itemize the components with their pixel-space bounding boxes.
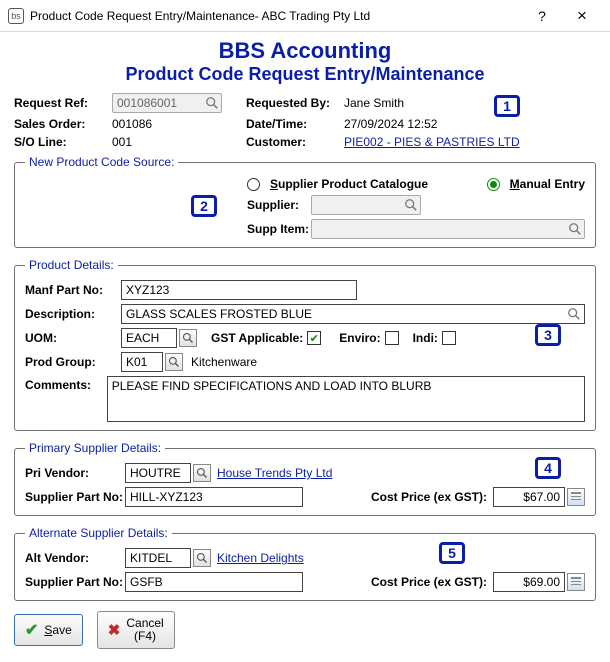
uom-label: UOM:: [25, 331, 121, 345]
so-line-value: 001: [112, 135, 222, 149]
search-icon[interactable]: [567, 307, 581, 321]
desc-input[interactable]: [121, 304, 585, 324]
alt-part-label: Supplier Part No:: [25, 575, 125, 589]
alt-vendor-lookup-button[interactable]: [193, 549, 211, 567]
primary-supplier-group: Primary Supplier Details: 4 Pri Vendor: …: [14, 441, 596, 516]
enviro-checkbox[interactable]: [385, 331, 399, 345]
alt-part-input[interactable]: [125, 572, 303, 592]
primary-legend: Primary Supplier Details:: [25, 441, 165, 455]
radio-supplier-catalogue-label: Supplier Product Catalogue: [270, 177, 428, 191]
app-heading: BBS Accounting: [14, 38, 596, 64]
title-bar: bs Product Code Request Entry/Maintenanc…: [0, 0, 610, 32]
alternate-supplier-group: Alternate Supplier Details: 5 Alt Vendor…: [14, 526, 596, 601]
pri-cost-label: Cost Price (ex GST):: [371, 490, 487, 504]
cancel-hint: (F4): [134, 630, 156, 643]
alt-vendor-input[interactable]: [125, 548, 191, 568]
alternate-legend: Alternate Supplier Details:: [25, 526, 172, 540]
radio-manual-entry[interactable]: [487, 178, 500, 191]
pri-cost-input[interactable]: [493, 487, 565, 507]
gst-label: GST Applicable:: [211, 331, 303, 345]
pri-vendor-lookup-button[interactable]: [193, 464, 211, 482]
help-button[interactable]: ?: [522, 2, 562, 30]
alt-cost-label: Cost Price (ex GST):: [371, 575, 487, 589]
request-ref-field[interactable]: 001086001: [112, 93, 222, 113]
enviro-label: Enviro:: [339, 331, 380, 345]
callout-3: 3: [535, 324, 561, 346]
close-button[interactable]: ×: [562, 2, 602, 30]
pri-part-label: Supplier Part No:: [25, 490, 125, 504]
callout-4: 4: [535, 457, 561, 479]
gst-checkbox[interactable]: ✔: [307, 331, 321, 345]
callout-2: 2: [191, 195, 217, 217]
requested-by-label: Requested By:: [246, 96, 344, 110]
search-icon[interactable]: [404, 198, 418, 212]
callout-1: 1: [494, 95, 520, 117]
screen-heading: Product Code Request Entry/Maintenance: [14, 64, 596, 85]
save-button[interactable]: ✔ Save: [14, 614, 83, 646]
product-legend: Product Details:: [25, 258, 118, 272]
sales-order-value: 001086: [112, 117, 222, 131]
radio-manual-entry-label: Manual Entry: [510, 177, 585, 191]
source-group: New Product Code Source: 2 Supplier Prod…: [14, 155, 596, 248]
alt-cost-input[interactable]: [493, 572, 565, 592]
manf-input[interactable]: [121, 280, 357, 300]
indi-label: Indi:: [413, 331, 438, 345]
pri-part-input[interactable]: [125, 487, 303, 507]
calculator-icon[interactable]: [567, 488, 585, 506]
uom-input[interactable]: [121, 328, 177, 348]
request-ref-label: Request Ref:: [14, 96, 112, 110]
pri-vendor-link[interactable]: House Trends Pty Ltd: [217, 466, 332, 480]
customer-label: Customer:: [246, 135, 344, 149]
sales-order-label: Sales Order:: [14, 117, 112, 131]
cross-icon: ✖: [108, 621, 121, 639]
supplier-label: Supplier:: [247, 198, 311, 212]
datetime-value: 27/09/2024 12:52: [344, 117, 437, 131]
supplier-field[interactable]: [311, 195, 421, 215]
window-title: Product Code Request Entry/Maintenance- …: [30, 9, 370, 23]
comments-label: Comments:: [25, 376, 107, 392]
prodgroup-label: Prod Group:: [25, 355, 121, 369]
source-legend: New Product Code Source:: [25, 155, 178, 169]
alt-vendor-link[interactable]: Kitchen Delights: [217, 551, 304, 565]
customer-link[interactable]: PIE002 - PIES & PASTRIES LTD: [344, 135, 520, 149]
search-icon[interactable]: [205, 96, 219, 110]
cancel-button[interactable]: ✖ Cancel (F4): [97, 611, 175, 649]
pri-vendor-label: Pri Vendor:: [25, 466, 125, 480]
check-icon: ✔: [25, 620, 38, 640]
supp-item-label: Supp Item:: [247, 222, 311, 236]
requested-by-value: Jane Smith: [344, 96, 404, 110]
search-icon[interactable]: [568, 222, 582, 236]
desc-label: Description:: [25, 307, 121, 321]
alt-vendor-label: Alt Vendor:: [25, 551, 125, 565]
request-ref-value: 001086001: [117, 96, 177, 110]
prodgroup-lookup-button[interactable]: [165, 353, 183, 371]
button-bar: ✔ Save ✖ Cancel (F4): [14, 611, 596, 649]
prodgroup-input[interactable]: [121, 352, 163, 372]
manf-label: Manf Part No:: [25, 283, 121, 297]
indi-checkbox[interactable]: [442, 331, 456, 345]
comments-input[interactable]: [107, 376, 585, 422]
datetime-label: Date/Time:: [246, 117, 344, 131]
product-group: Product Details: 3 Manf Part No: Descrip…: [14, 258, 596, 431]
supp-item-field[interactable]: [311, 219, 585, 239]
app-icon: bs: [8, 8, 24, 24]
uom-lookup-button[interactable]: [179, 329, 197, 347]
callout-5: 5: [439, 542, 465, 564]
so-line-label: S/O Line:: [14, 135, 112, 149]
calculator-icon[interactable]: [567, 573, 585, 591]
pri-vendor-input[interactable]: [125, 463, 191, 483]
radio-supplier-catalogue[interactable]: [247, 178, 260, 191]
prodgroup-desc: Kitchenware: [191, 355, 257, 369]
